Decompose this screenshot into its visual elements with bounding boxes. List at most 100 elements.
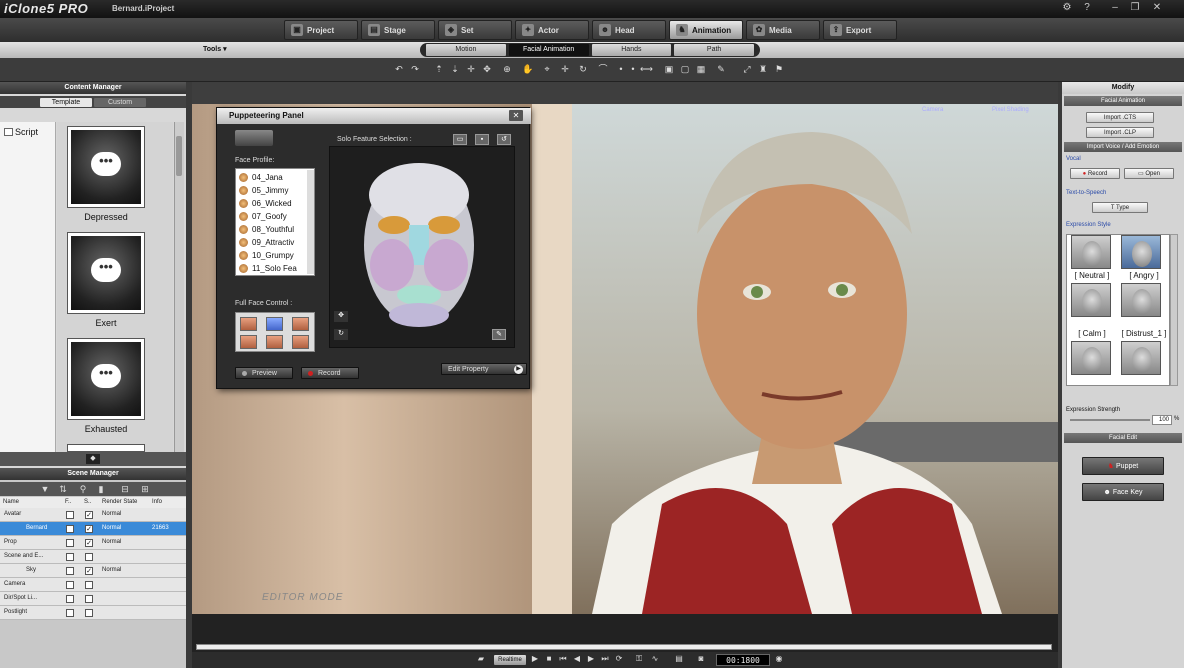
face-key-button[interactable]: ☻ Face Key: [1082, 483, 1164, 501]
realtime-button[interactable]: Realtime: [494, 655, 526, 665]
show-checkbox[interactable]: ✓: [85, 567, 93, 575]
col-s[interactable]: S..: [84, 499, 91, 505]
face-region-cell[interactable]: [266, 335, 283, 349]
render-state[interactable]: Normal: [102, 525, 121, 531]
frame-counter[interactable]: 00:1800: [716, 654, 770, 666]
last-frame-icon[interactable]: ⏭: [600, 654, 610, 664]
import-voice-section[interactable]: Import Voice / Add Emotion: [1064, 142, 1182, 152]
search-icon[interactable]: ⚲: [78, 484, 88, 494]
puppet-button[interactable]: ♞ Puppet: [1082, 457, 1164, 475]
close-icon[interactable]: ✕: [509, 110, 523, 121]
face-region-cell[interactable]: [240, 335, 257, 349]
stop-icon[interactable]: ■: [544, 654, 554, 663]
camera-view-icon[interactable]: ▢: [680, 64, 690, 74]
face-region-cell[interactable]: [266, 317, 283, 331]
face-profile-item[interactable]: 08_Youthful: [239, 223, 294, 236]
record-button[interactable]: Record: [301, 367, 359, 379]
camera-icon[interactable]: ◙: [696, 654, 706, 663]
scene-row[interactable]: Prop ✓ Normal: [0, 536, 186, 550]
restore-icon[interactable]: ❐: [1128, 2, 1142, 14]
fit-icon[interactable]: ✛: [560, 64, 570, 74]
freeze-checkbox[interactable]: [66, 595, 74, 603]
face-profile-item[interactable]: 05_Jimmy: [239, 184, 288, 197]
undo-icon[interactable]: ↶: [394, 64, 404, 74]
help-icon[interactable]: ?: [1080, 2, 1094, 14]
freeze-checkbox[interactable]: [66, 609, 74, 617]
expression-distrust[interactable]: [1121, 283, 1161, 317]
puppet-record-icon[interactable]: [235, 130, 273, 146]
rotate-icon[interactable]: ✥: [482, 64, 492, 74]
content-scroll-thumb[interactable]: [176, 136, 182, 176]
key-icon[interactable]: ⚿: [634, 654, 644, 664]
first-frame-icon[interactable]: ⏮: [558, 654, 568, 664]
timeline-icon[interactable]: ▰: [476, 654, 486, 663]
tab-set[interactable]: ◈ Set: [438, 20, 512, 40]
col-name[interactable]: Name: [3, 499, 19, 505]
tab-export[interactable]: ⇪ Export: [823, 20, 897, 40]
tab-project[interactable]: ▣ Project: [284, 20, 358, 40]
solo-feature-selection-area[interactable]: ✥ ↻ ✎: [329, 146, 515, 348]
frame-icon[interactable]: ▦: [696, 64, 706, 74]
camera-label[interactable]: Camera: [922, 107, 943, 113]
edit-icon[interactable]: ✎: [492, 329, 506, 340]
freeze-checkbox[interactable]: [66, 567, 74, 575]
curve-icon[interactable]: ∿: [650, 654, 660, 663]
move-arrows-icon[interactable]: ✥: [334, 311, 348, 322]
expression-strength-value[interactable]: 100: [1152, 415, 1172, 425]
expression-item[interactable]: [1121, 341, 1161, 375]
render-state[interactable]: Normal: [102, 511, 121, 517]
subtab-facial-animation[interactable]: Facial Animation: [508, 44, 589, 56]
frame-settings-icon[interactable]: ◉: [774, 654, 784, 663]
close-icon[interactable]: ✕: [1150, 2, 1164, 14]
show-checkbox[interactable]: ✓: [85, 511, 93, 519]
tab-actor[interactable]: ✦ Actor: [515, 20, 589, 40]
expression-neutral[interactable]: [1071, 235, 1111, 269]
settings-icon[interactable]: ⚙: [1060, 2, 1074, 14]
content-item-exhausted[interactable]: •••: [67, 338, 145, 420]
expression-strength-slider[interactable]: [1070, 419, 1150, 421]
move-down-icon[interactable]: ⇣: [450, 64, 460, 74]
render-state[interactable]: Normal: [102, 567, 121, 573]
measure-icon[interactable]: ⟷: [640, 64, 653, 74]
expand-icon[interactable]: ⤢: [742, 64, 752, 74]
show-checkbox[interactable]: ✓: [85, 539, 93, 547]
tab-media[interactable]: ✿ Media: [746, 20, 820, 40]
shading-label[interactable]: Pixel Shading: [992, 107, 1029, 113]
scene-row[interactable]: Scene and E...: [0, 550, 186, 564]
expand-all-icon[interactable]: ⊞: [140, 484, 150, 494]
snap-icon[interactable]: ⌒: [598, 64, 608, 74]
dot-icon[interactable]: •: [616, 64, 626, 74]
collapse-icon[interactable]: ⊟: [120, 484, 130, 494]
face-region-cell[interactable]: [292, 335, 309, 349]
tab-stage[interactable]: ▤ Stage: [361, 20, 435, 40]
freeze-checkbox[interactable]: [66, 581, 74, 589]
expression-calm[interactable]: [1071, 283, 1111, 317]
brush-icon[interactable]: ✎: [716, 64, 726, 74]
scene-row[interactable]: Sky ✓ Normal: [0, 564, 186, 578]
align-icon[interactable]: ⌖: [542, 64, 552, 74]
apply-icon[interactable]: ◆: [86, 454, 100, 464]
content-item-next[interactable]: [67, 444, 145, 452]
face-profile-item[interactable]: 11_Solo Fea: [239, 262, 297, 275]
sort-icon[interactable]: ⇅: [58, 484, 68, 494]
face-profile-item[interactable]: 09_Attractiv: [239, 236, 294, 249]
preview-button[interactable]: Preview: [235, 367, 293, 379]
content-item-exert[interactable]: •••: [67, 232, 145, 314]
subtab-hands[interactable]: Hands: [591, 44, 672, 56]
scene-row[interactable]: Avatar ✓ Normal: [0, 508, 186, 522]
tab-template[interactable]: Template: [40, 98, 92, 107]
tools-menu[interactable]: Tools ▾: [203, 45, 227, 53]
col-info[interactable]: Info: [152, 499, 162, 505]
next-frame-icon[interactable]: ▶: [586, 654, 596, 663]
vocal-open-button[interactable]: ▭ Open: [1124, 168, 1174, 179]
tab-animation[interactable]: ♞ Animation: [669, 20, 743, 40]
reset-icon[interactable]: ↺: [497, 134, 511, 145]
facial-animation-section[interactable]: Facial Animation: [1064, 96, 1182, 106]
subtab-path[interactable]: Path: [674, 44, 754, 56]
puppet-panel-icon[interactable]: ▣: [664, 64, 674, 74]
scene-row[interactable]: Postlight: [0, 606, 186, 620]
rotate-icon[interactable]: ↻: [334, 329, 348, 340]
puppeteering-panel-title[interactable]: Puppeteering Panel: [217, 108, 531, 124]
tab-head[interactable]: ☻ Head: [592, 20, 666, 40]
freeze-checkbox[interactable]: [66, 525, 74, 533]
